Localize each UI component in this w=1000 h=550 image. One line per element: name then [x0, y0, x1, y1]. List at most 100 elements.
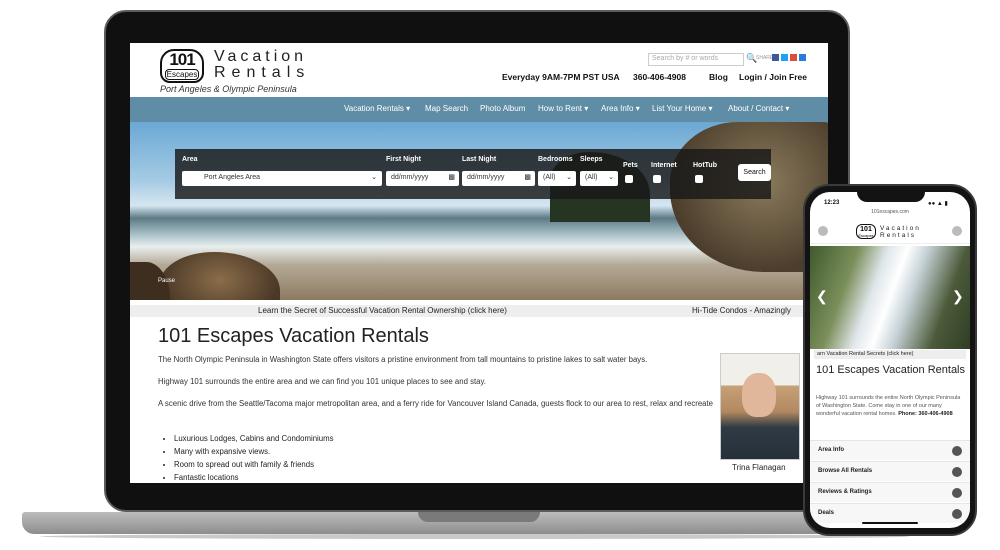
twitter-icon[interactable] — [781, 54, 788, 61]
phone-notch — [857, 190, 925, 202]
availability-search-panel: Area Port Angeles Area ⌄ First Night dd/… — [175, 149, 771, 199]
nav-how-to-rent[interactable]: How to Rent ▾ — [538, 104, 588, 113]
sleeps-select[interactable]: (All) ⌄ — [580, 171, 618, 186]
business-hours: Everyday 9AM-7PM PST USA — [502, 72, 620, 82]
phone-logo-word-vacation: Vacation — [880, 225, 921, 232]
header-phone-link[interactable]: 360-406-4908 — [633, 72, 686, 82]
google-plus-icon[interactable] — [790, 54, 797, 61]
last-night-label: Last Night — [462, 156, 497, 163]
phone-menu-label: Browse All Rentals — [818, 468, 873, 474]
area-label: Area — [182, 156, 198, 163]
phone-paragraph: Highway 101 surrounds the entire North O… — [816, 394, 966, 418]
nav-about-contact[interactable]: About / Contact ▾ — [728, 104, 789, 113]
first-night-value: dd/mm/yyyy — [391, 174, 429, 181]
share-add-icon[interactable] — [799, 54, 806, 61]
laptop-shadow — [40, 534, 910, 539]
logo-badge[interactable]: 101 Escapes — [160, 49, 204, 83]
last-night-input[interactable]: dd/mm/yyyy ▩ — [462, 171, 535, 186]
slideshow-pause-button[interactable]: Pause — [158, 278, 175, 284]
phone-home-indicator — [862, 522, 918, 524]
phone-status-icons: ●● ▲ ▮ — [928, 201, 948, 207]
chevron-down-icon: ⌄ — [371, 174, 377, 181]
pets-checkbox[interactable] — [625, 175, 633, 183]
carousel-prev-icon[interactable]: ❮ — [816, 288, 828, 305]
page-title: 101 Escapes Vacation Rentals — [158, 325, 429, 347]
phone-url-bar[interactable]: 101escapes.com — [810, 209, 970, 215]
nav-vacation-rentals[interactable]: Vacation Rentals ▾ — [344, 104, 410, 113]
owner-face — [742, 373, 776, 417]
list-item: Fantastic locations — [174, 471, 334, 483]
phone-menu-reviews[interactable]: Reviews & Ratings — [810, 482, 970, 502]
phone-page-title: 101 Escapes Vacation Rentals — [816, 364, 965, 376]
phone-phone-label[interactable]: Phone: 360-406-4908 — [898, 411, 952, 417]
phone-hero-image[interactable] — [810, 246, 970, 349]
hottub-checkbox[interactable] — [695, 175, 703, 183]
ticker-item-secret[interactable]: Learn the Secret of Successful Vacation … — [258, 306, 507, 315]
chevron-down-icon: ⌄ — [608, 174, 614, 181]
phone-logo-word-rentals: Rentals — [880, 232, 917, 239]
features-list: Luxurious Lodges, Cabins and Condominium… — [174, 432, 334, 483]
carousel-next-icon[interactable]: ❯ — [952, 288, 964, 305]
facebook-icon[interactable] — [772, 54, 779, 61]
area-select[interactable]: Port Angeles Area ⌄ — [182, 171, 382, 186]
owner-caption: Trina Flanagan — [732, 463, 786, 472]
internet-label: Internet — [651, 162, 677, 169]
bedrooms-select[interactable]: (All) ⌄ — [538, 171, 576, 186]
last-night-value: dd/mm/yyyy — [467, 174, 505, 181]
bedrooms-label: Bedrooms — [538, 156, 573, 163]
laptop-hinge-notch — [418, 512, 540, 522]
first-night-label: First Night — [386, 156, 421, 163]
phone-menu-deals[interactable]: Deals — [810, 503, 970, 523]
calendar-icon[interactable]: ▩ — [524, 173, 531, 181]
phone-status-time: 12:23 — [824, 200, 840, 206]
phone-ticker[interactable]: arn Vacation Rental Secrets (click here) — [814, 350, 966, 359]
ticker-item-hitide[interactable]: Hi-Tide Condos - Amazingly — [692, 306, 791, 315]
scenic-paragraph: A scenic drive from the Seattle/Tacoma m… — [158, 399, 714, 408]
nav-photo-album[interactable]: Photo Album — [480, 104, 525, 113]
search-button[interactable]: Search — [738, 164, 771, 181]
main-nav: Vacation Rentals ▾ Map Search Photo Albu… — [130, 97, 828, 122]
nav-list-your-home[interactable]: List Your Home ▾ — [652, 104, 713, 113]
share-label: SHARE — [756, 55, 774, 61]
phone-logo-number: 101 — [860, 226, 872, 233]
nav-map-search[interactable]: Map Search — [425, 104, 468, 113]
chevron-right-icon — [952, 509, 962, 519]
info-icon[interactable] — [952, 226, 962, 236]
hottub-label: HotTub — [693, 162, 717, 169]
laptop-screen: 101 Escapes Vacation Rentals Port Angele… — [130, 43, 828, 483]
chevron-right-icon — [952, 446, 962, 456]
site-search-input[interactable]: Search by # or words — [648, 53, 744, 66]
list-item: Room to spread out with family & friends — [174, 458, 334, 471]
first-night-input[interactable]: dd/mm/yyyy ▩ — [386, 171, 459, 186]
highway-paragraph: Highway 101 surrounds the entire area an… — [158, 377, 486, 386]
phone-logo-badge[interactable]: 101 Escapes — [856, 224, 876, 239]
phone-logo-words[interactable]: Vacation Rentals — [880, 225, 921, 239]
intro-paragraph: The North Olympic Peninsula in Washingto… — [158, 355, 648, 364]
internet-checkbox[interactable] — [653, 175, 661, 183]
phone-menu-label: Area Info — [818, 447, 845, 453]
menu-icon[interactable] — [818, 226, 828, 236]
logo-word-rentals[interactable]: Rentals — [214, 64, 310, 82]
logo-number: 101 — [169, 50, 195, 69]
area-select-value: Port Angeles Area — [204, 174, 261, 181]
chevron-down-icon: ⌄ — [566, 174, 572, 181]
chevron-right-icon — [952, 467, 962, 477]
phone-logo-sub: Escapes — [858, 233, 874, 238]
login-join-link[interactable]: Login / Join Free — [739, 72, 807, 82]
logo-tagline: Port Angeles & Olympic Peninsula — [160, 84, 297, 94]
phone-menu-browse-rentals[interactable]: Browse All Rentals — [810, 461, 970, 481]
phone-screen: 12:23 ●● ▲ ▮ 101escapes.com 101 Escapes … — [810, 192, 970, 528]
phone-menu-label: Reviews & Ratings — [818, 489, 872, 495]
list-item: Luxurious Lodges, Cabins and Condominium… — [174, 432, 334, 445]
hero-foreground-rock — [160, 252, 280, 300]
blog-link[interactable]: Blog — [709, 72, 728, 82]
phone-menu-area-info[interactable]: Area Info — [810, 440, 970, 460]
phone-menu-label: Deals — [818, 510, 835, 516]
sleeps-value: (All) — [585, 174, 598, 181]
nav-area-info[interactable]: Area Info ▾ — [601, 104, 640, 113]
calendar-icon[interactable]: ▩ — [448, 173, 455, 181]
logo-sub: Escapes — [165, 69, 199, 80]
list-item: Many with expansive views. — [174, 445, 334, 458]
news-ticker: Learn the Secret of Successful Vacation … — [130, 305, 828, 317]
pets-label: Pets — [623, 162, 638, 169]
